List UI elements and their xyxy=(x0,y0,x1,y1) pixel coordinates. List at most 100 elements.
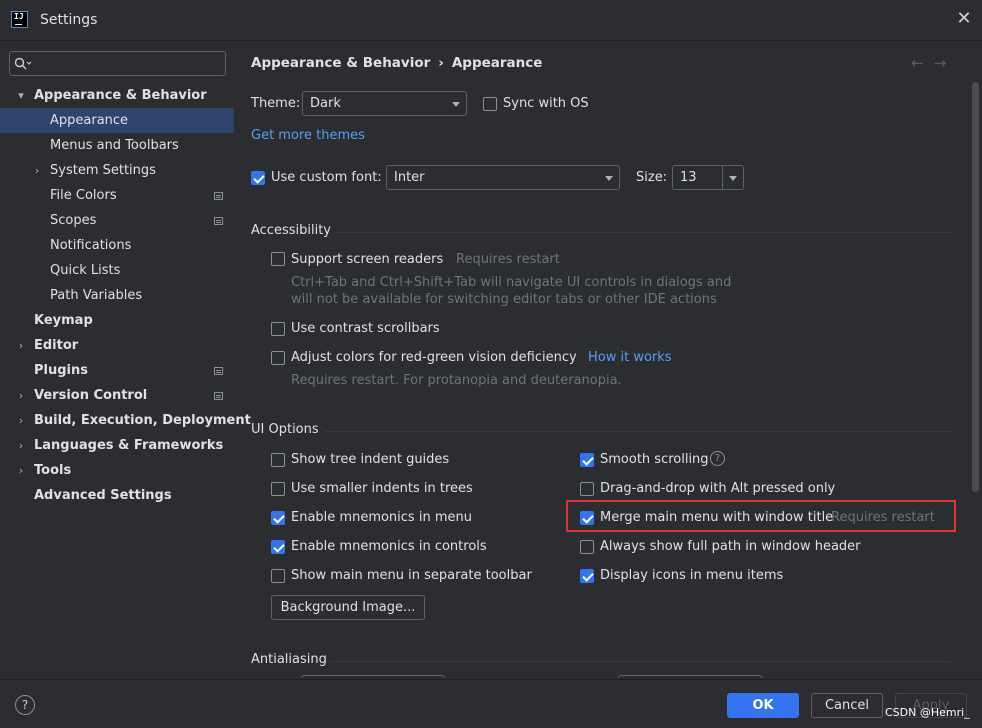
option-checkbox[interactable] xyxy=(580,482,594,496)
search-input[interactable] xyxy=(9,51,226,76)
sidebar-item[interactable]: Quick Lists xyxy=(0,258,234,283)
sidebar-item-label: System Settings xyxy=(50,163,156,178)
option-label: Display icons in menu items xyxy=(600,568,784,583)
sidebar-item[interactable]: › System Settings xyxy=(0,158,234,183)
sidebar-item-label: Appearance & Behavior xyxy=(34,88,207,103)
theme-label: Theme: xyxy=(251,96,301,111)
sidebar-item[interactable]: › Editor xyxy=(0,333,234,358)
sidebar-item[interactable]: Appearance xyxy=(0,108,234,133)
project-level-icon xyxy=(214,192,223,200)
option-label: Drag-and-drop with Alt pressed only xyxy=(600,481,836,496)
sync-os-label: Sync with OS xyxy=(503,96,589,111)
project-level-icon xyxy=(214,217,223,225)
background-image-button[interactable]: Background Image... xyxy=(271,595,425,620)
sidebar-item[interactable]: › Build, Execution, Deployment xyxy=(0,408,251,433)
option-checkbox[interactable] xyxy=(580,540,594,554)
cancel-button[interactable]: Cancel xyxy=(811,693,883,718)
sync-os-checkbox[interactable] xyxy=(483,97,497,111)
title-bar: IJ Settings ✕ xyxy=(0,0,982,41)
window-title: Settings xyxy=(40,12,98,28)
option-label: Smooth scrolling xyxy=(600,452,709,467)
sidebar-item[interactable]: Menus and Toolbars xyxy=(0,133,234,158)
option-checkbox[interactable] xyxy=(271,511,285,525)
sidebar-item[interactable]: Notifications xyxy=(0,233,234,258)
project-level-icon xyxy=(214,392,223,400)
help-icon[interactable]: ? xyxy=(710,451,725,466)
back-arrow-icon[interactable]: ← xyxy=(911,54,934,72)
screen-readers-desc-1: Ctrl+Tab and Ctrl+Shift+Tab will navigat… xyxy=(291,275,732,290)
accessibility-section: Accessibility xyxy=(251,223,951,239)
section-title: Antialiasing xyxy=(251,652,327,667)
close-icon[interactable]: ✕ xyxy=(955,10,973,28)
chevron-down-icon xyxy=(452,102,460,107)
sidebar-item[interactable]: Advanced Settings xyxy=(0,483,234,508)
sidebar-item[interactable]: › Version Control xyxy=(0,383,234,408)
sidebar-item[interactable]: Scopes xyxy=(0,208,234,233)
chevron-down-icon xyxy=(605,176,613,181)
antialiasing-ide-combo[interactable] xyxy=(301,675,445,678)
option-checkbox[interactable] xyxy=(271,482,285,496)
settings-sidebar: ▾ Appearance & Behavior Appearance Menus an… xyxy=(0,42,251,678)
sidebar-item-label: Menus and Toolbars xyxy=(50,138,179,153)
sidebar-item-label: Notifications xyxy=(50,238,132,253)
custom-font-checkbox[interactable] xyxy=(251,171,265,185)
font-size-combo[interactable]: 13 xyxy=(672,165,744,190)
option-checkbox[interactable] xyxy=(271,540,285,554)
sidebar-item[interactable]: › Languages & Frameworks xyxy=(0,433,234,458)
font-combo[interactable]: Inter xyxy=(386,165,620,190)
sidebar-item[interactable]: ▾ Appearance & Behavior xyxy=(0,83,234,108)
contrast-scrollbars-checkbox[interactable] xyxy=(271,322,285,336)
screen-readers-desc-2: will not be available for switching edit… xyxy=(291,292,717,307)
get-more-themes-link[interactable]: Get more themes xyxy=(251,128,365,143)
requires-restart-hint: Requires restart xyxy=(456,252,560,267)
chevron-right-icon[interactable]: › xyxy=(15,433,27,458)
highlight-annotation xyxy=(566,500,956,532)
breadcrumb-parent[interactable]: Appearance & Behavior xyxy=(251,55,430,71)
option-checkbox[interactable] xyxy=(271,453,285,467)
chevron-right-icon[interactable]: › xyxy=(15,408,27,433)
chevron-right-icon[interactable]: › xyxy=(15,333,27,358)
option-label: Always show full path in window header xyxy=(600,539,861,554)
option-checkbox[interactable] xyxy=(271,569,285,583)
sidebar-item-label: Tools xyxy=(34,463,72,478)
chevron-right-icon[interactable]: › xyxy=(15,383,27,408)
font-size-value: 13 xyxy=(680,170,697,185)
color-deficiency-label: Adjust colors for red-green vision defic… xyxy=(291,350,577,365)
sidebar-item-label: Editor xyxy=(34,338,79,353)
sidebar-item[interactable]: Path Variables xyxy=(0,283,234,308)
ok-button[interactable]: OK xyxy=(727,693,799,718)
theme-combo[interactable]: Dark xyxy=(302,91,467,116)
vertical-scrollbar[interactable] xyxy=(972,82,979,492)
combo-divider xyxy=(722,166,723,189)
color-deficiency-checkbox[interactable] xyxy=(271,351,285,365)
option-checkbox[interactable] xyxy=(580,453,594,467)
help-button[interactable]: ? xyxy=(15,695,35,715)
section-title: UI Options xyxy=(251,422,319,437)
forward-arrow-icon[interactable]: → xyxy=(934,54,957,72)
sidebar-item[interactable]: File Colors xyxy=(0,183,234,208)
option-label: Enable mnemonics in controls xyxy=(291,539,487,554)
sidebar-item[interactable]: Plugins xyxy=(0,358,234,383)
sidebar-item-label: Keymap xyxy=(34,313,93,328)
search-icon xyxy=(14,57,32,70)
chevron-right-icon[interactable]: › xyxy=(15,458,27,483)
sidebar-item[interactable]: Keymap xyxy=(0,308,234,333)
screen-readers-checkbox[interactable] xyxy=(271,252,285,266)
antialiasing-section: Antialiasing xyxy=(251,652,951,668)
option-label: Enable mnemonics in menu xyxy=(291,510,472,525)
dialog-footer: ? OK Cancel Apply CSDN @Hemri_ xyxy=(0,679,982,728)
sidebar-item[interactable]: › Tools xyxy=(0,458,234,483)
sidebar-item-label: Path Variables xyxy=(50,288,143,303)
how-it-works-link[interactable]: How it works xyxy=(588,350,672,365)
antialiasing-editor-combo[interactable] xyxy=(618,675,762,678)
option-checkbox[interactable] xyxy=(580,569,594,583)
color-deficiency-desc: Requires restart. For protanopia and deu… xyxy=(291,373,622,388)
sidebar-item-label: Version Control xyxy=(34,388,148,403)
size-label: Size: xyxy=(636,170,668,185)
chevron-down-icon[interactable]: ▾ xyxy=(15,83,27,108)
chevron-right-icon[interactable]: › xyxy=(31,158,43,183)
chevron-down-icon xyxy=(729,176,737,181)
option-label: Use smaller indents in trees xyxy=(291,481,473,496)
sidebar-item-label: Scopes xyxy=(50,213,97,228)
breadcrumb-separator: › xyxy=(438,55,444,71)
